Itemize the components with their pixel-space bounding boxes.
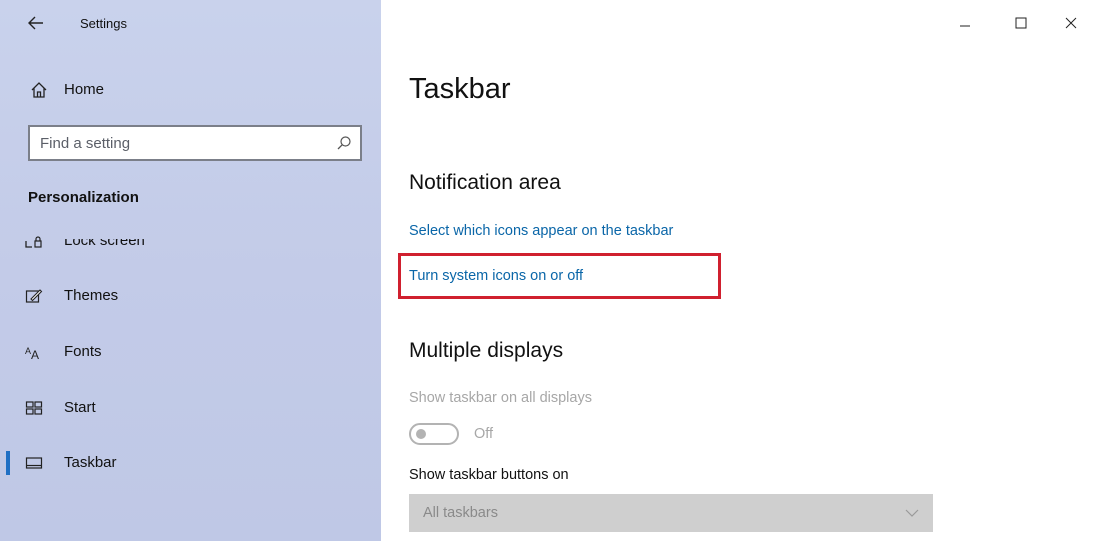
toggle-knob [416, 429, 426, 439]
search-box[interactable] [28, 125, 362, 161]
close-icon [1065, 17, 1077, 29]
maximize-icon [1015, 17, 1027, 29]
fonts-icon: A A [25, 346, 39, 361]
sidebar-item-taskbar[interactable]: Taskbar [0, 441, 381, 485]
sidebar-item-label: Start [64, 399, 96, 416]
toggle-state-label: Off [474, 426, 494, 442]
active-indicator [6, 451, 10, 475]
maximize-button[interactable] [998, 6, 1044, 40]
sidebar-item-label: Lock screen [64, 232, 145, 249]
app-title: Settings [80, 16, 127, 31]
lock-screen-icon [25, 236, 42, 248]
themes-icon [25, 289, 43, 303]
buttons-on-dropdown[interactable]: All taskbars [409, 494, 933, 532]
search-input[interactable] [30, 127, 330, 159]
main-content: Taskbar Notification area Select which i… [381, 0, 1094, 541]
close-button[interactable] [1048, 6, 1094, 40]
sidebar-item-label: Home [64, 81, 105, 98]
sidebar-item-themes[interactable]: Themes [0, 274, 381, 318]
sidebar-item-start[interactable]: Start [0, 386, 381, 430]
highlight-box [398, 253, 721, 299]
notification-area-heading: Notification area [409, 171, 561, 194]
sidebar-item-lock-screen[interactable]: Lock screen [0, 219, 381, 263]
select-icons-link[interactable]: Select which icons appear on the taskbar [409, 223, 673, 239]
search-icon[interactable] [336, 135, 352, 151]
multiple-displays-heading: Multiple displays [409, 339, 564, 362]
back-arrow-icon [28, 16, 43, 30]
section-label: Personalization [28, 189, 139, 206]
start-icon [25, 401, 43, 415]
taskbar-icon [25, 457, 43, 469]
svg-text:A: A [31, 348, 39, 361]
sidebar-item-label: Taskbar [64, 454, 117, 471]
page-title: Taskbar [409, 73, 511, 105]
dropdown-value: All taskbars [423, 505, 498, 521]
sidebar-item-fonts[interactable]: A A Fonts [0, 330, 381, 374]
sidebar-item-home[interactable]: Home [0, 70, 381, 110]
show-all-displays-label: Show taskbar on all displays [409, 390, 592, 406]
minimize-icon [960, 25, 970, 27]
back-button[interactable] [22, 10, 50, 36]
home-icon [31, 82, 47, 98]
minimize-button[interactable] [942, 6, 988, 40]
buttons-on-label: Show taskbar buttons on [409, 467, 569, 483]
sidebar-item-label: Themes [64, 287, 119, 304]
show-all-displays-toggle[interactable] [409, 423, 459, 445]
sidebar-item-label: Fonts [64, 343, 102, 360]
sidebar: Settings Home Personalization Lock scree… [0, 0, 381, 541]
chevron-down-icon [905, 509, 919, 517]
